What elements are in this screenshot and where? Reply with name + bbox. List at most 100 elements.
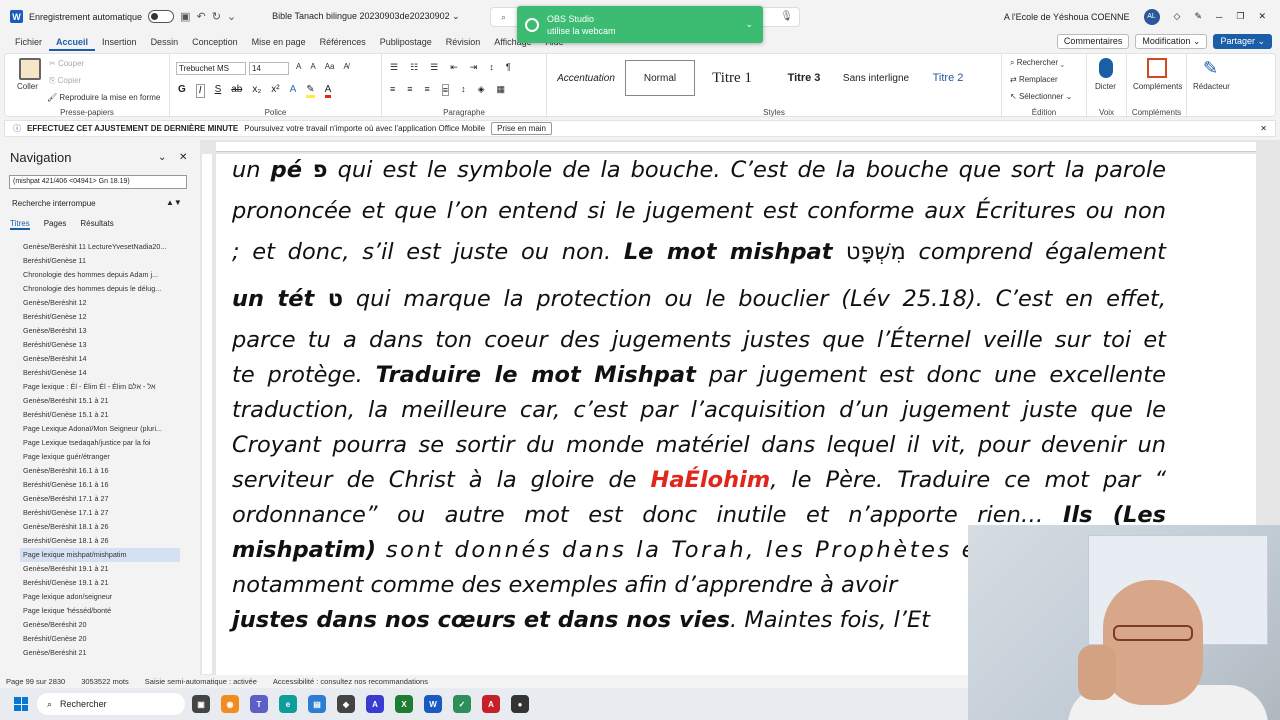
- replace-button[interactable]: ⇄ Remplacer: [1010, 75, 1058, 84]
- app-icon[interactable]: ◆: [337, 695, 355, 713]
- share-button[interactable]: Partager ⌄: [1213, 34, 1272, 49]
- nav-tab-results[interactable]: Résultats: [80, 219, 113, 230]
- dictate-button[interactable]: Dicter: [1095, 82, 1116, 91]
- minimize-icon[interactable]: ─: [1216, 12, 1222, 22]
- autocomplete-status[interactable]: Saisie semi-automatique : activée: [145, 677, 257, 686]
- nav-item[interactable]: Genèse/Beréshit 15.1 à 21: [20, 394, 180, 408]
- undo-icon[interactable]: ↶: [196, 10, 205, 23]
- nav-item[interactable]: Beréshit/Genèse 18.1 à 26: [20, 534, 180, 548]
- style-normal[interactable]: Normal: [625, 60, 695, 96]
- close-icon[interactable]: ✕: [1258, 11, 1266, 22]
- document-title[interactable]: Bible Tanach bilingue 20230903de20230902…: [272, 11, 460, 22]
- nav-item[interactable]: Page lexique 'hésséd/bonté: [20, 604, 180, 618]
- copy-button[interactable]: ⎘ Copier: [49, 76, 81, 86]
- teams-icon[interactable]: T: [250, 695, 268, 713]
- cut-button[interactable]: ✂ Couper: [49, 59, 84, 68]
- windows-start-icon[interactable]: [14, 697, 28, 711]
- nav-item[interactable]: Genèse/Beréshit 14: [20, 352, 180, 366]
- maximize-icon[interactable]: ❐: [1236, 11, 1244, 22]
- tab-fichier[interactable]: Fichier: [8, 33, 49, 51]
- nav-item[interactable]: Page lexique : Él - Élim Él - Élim אל - …: [20, 380, 180, 394]
- align-left-icon[interactable]: ≡: [390, 84, 395, 96]
- find-button[interactable]: ⌕ Rechercher ⌄: [1010, 58, 1064, 68]
- nav-item[interactable]: Beréshit/Genèse 14: [20, 366, 180, 380]
- style-accentuation[interactable]: Accentuation: [551, 60, 621, 96]
- subscript-icon[interactable]: x₂: [252, 84, 261, 98]
- horizontal-ruler[interactable]: [216, 142, 1256, 152]
- justify-icon[interactable]: ≡: [441, 84, 450, 96]
- case-icon[interactable]: Aa: [325, 62, 335, 71]
- comments-button[interactable]: Commentaires: [1056, 34, 1130, 49]
- increase-indent-icon[interactable]: ⇥: [470, 62, 478, 73]
- word-icon[interactable]: W: [424, 695, 442, 713]
- tab-accueil[interactable]: Accueil: [49, 33, 96, 51]
- numbering-icon[interactable]: ☷: [410, 62, 418, 73]
- borders-icon[interactable]: ▦: [496, 84, 505, 96]
- sort-icon[interactable]: ↕: [489, 62, 494, 73]
- save-icon[interactable]: ▣: [180, 10, 190, 23]
- nav-item[interactable]: Beréshit/Genèse 17.1 à 27: [20, 506, 180, 520]
- decrease-indent-icon[interactable]: ⇤: [450, 62, 458, 73]
- firefox-icon[interactable]: ◉: [221, 695, 239, 713]
- tab-mise-en-page[interactable]: Mise en page: [245, 33, 313, 51]
- nav-item[interactable]: Chronologie des hommes depuis le délug..…: [20, 282, 180, 296]
- style-titre1[interactable]: Titre 1: [697, 60, 767, 96]
- close-nav-icon[interactable]: ✕: [179, 152, 187, 163]
- tab-publipostage[interactable]: Publipostage: [373, 33, 439, 51]
- style-titre3[interactable]: Titre 3: [769, 60, 839, 96]
- tab-dessin[interactable]: Dessin: [144, 33, 186, 51]
- diamond-icon[interactable]: ◇: [1174, 11, 1181, 22]
- nav-item[interactable]: Beréshit/Genèse 15.1 à 21: [20, 408, 180, 422]
- task-view-icon[interactable]: ▣: [192, 695, 210, 713]
- tools-icon[interactable]: ✓: [453, 695, 471, 713]
- nav-arrows-icon[interactable]: ▲▼: [166, 198, 182, 207]
- nav-item[interactable]: Genèse/Beréshit 12: [20, 296, 180, 310]
- nav-item[interactable]: Genèse/Beréshit 20: [20, 618, 180, 632]
- microphone-icon[interactable]: 🎙: [780, 11, 793, 22]
- accessibility-status[interactable]: Accessibilité : consultez nos recommanda…: [273, 677, 428, 686]
- excel-icon[interactable]: X: [395, 695, 413, 713]
- shrink-font-icon[interactable]: A: [310, 62, 315, 71]
- nav-item[interactable]: Genèse/Beréshit 13: [20, 324, 180, 338]
- redo-icon[interactable]: ↻: [212, 10, 221, 23]
- multilevel-icon[interactable]: ☰: [430, 62, 438, 73]
- get-started-button[interactable]: Prise en main: [491, 122, 553, 135]
- edge-icon[interactable]: e: [279, 695, 297, 713]
- nav-item[interactable]: Chronologie des hommes depuis Adam j...: [20, 268, 180, 282]
- nav-item[interactable]: Genèse/Beréshit 11 LectureYvesetNadia20.…: [20, 240, 180, 254]
- nav-item[interactable]: Genèse/Beréshit 19.1 à 21: [20, 562, 180, 576]
- chevron-down-icon[interactable]: ⌄: [158, 152, 166, 163]
- vertical-ruler[interactable]: [202, 154, 212, 674]
- paste-icon[interactable]: [19, 58, 41, 80]
- font-family-select[interactable]: Trebuchet MS: [176, 62, 246, 75]
- word-count[interactable]: 3053522 mots: [81, 677, 129, 686]
- store-icon[interactable]: ▤: [308, 695, 326, 713]
- nav-tab-pages[interactable]: Pages: [44, 219, 67, 230]
- nav-item[interactable]: Genèse/Beréshit 16.1 à 16: [20, 464, 180, 478]
- underline-icon[interactable]: S: [215, 84, 222, 98]
- nav-item[interactable]: Genèse/Beréshit 21: [20, 646, 180, 660]
- nav-item[interactable]: Beréshit/Genèse 11: [20, 254, 180, 268]
- align-center-icon[interactable]: ≡: [407, 84, 412, 96]
- tab-conception[interactable]: Conception: [185, 33, 245, 51]
- nav-item[interactable]: Page lexique guér/étranger: [20, 450, 180, 464]
- acrobat-icon[interactable]: A: [482, 695, 500, 713]
- editor-button[interactable]: Rédacteur: [1193, 82, 1230, 91]
- nav-item[interactable]: Beréshit/Genèse 13: [20, 338, 180, 352]
- nav-tab-titles[interactable]: Titres: [10, 219, 30, 230]
- microphone-dictate-icon[interactable]: [1099, 58, 1113, 78]
- highlight-icon[interactable]: ✎: [306, 84, 315, 98]
- obs-taskbar-icon[interactable]: ●: [511, 695, 529, 713]
- nav-search-input[interactable]: (mishpat 421/406 <04941> Gn 18.19): [9, 175, 187, 189]
- pilcrow-icon[interactable]: ¶: [506, 62, 511, 73]
- font-color-icon[interactable]: A: [324, 84, 332, 98]
- addins-button[interactable]: Compléments: [1133, 82, 1182, 91]
- nav-item[interactable]: Page Lexique tsedaqah/justice par la foi: [20, 436, 180, 450]
- shading-icon[interactable]: ◈: [478, 84, 485, 96]
- nav-item[interactable]: Beréshit/Genèse 19.1 à 21: [20, 576, 180, 590]
- font-size-select[interactable]: 14: [249, 62, 289, 75]
- close-info-icon[interactable]: ✕: [1260, 124, 1267, 133]
- bold-icon[interactable]: G: [178, 84, 186, 98]
- line-spacing-icon[interactable]: ↕: [461, 84, 466, 96]
- style-titre2[interactable]: Titre 2: [913, 60, 983, 96]
